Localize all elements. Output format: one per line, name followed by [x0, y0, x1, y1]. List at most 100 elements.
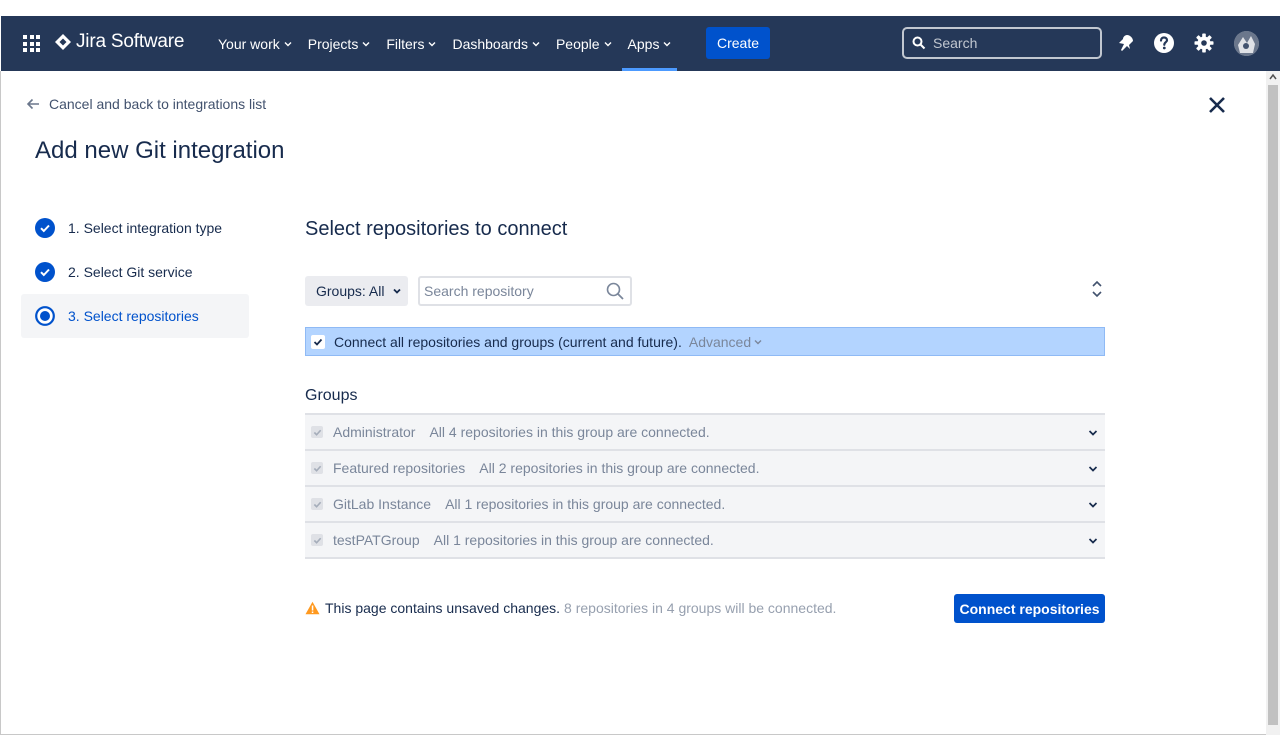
group-list: Administrator All 4 repositories in this…: [305, 413, 1105, 559]
section-title: Select repositories to connect: [305, 218, 568, 240]
nav-item-apps[interactable]: Apps: [620, 16, 680, 71]
chevron-down-icon[interactable]: [1088, 465, 1098, 473]
nav-item-people[interactable]: People: [548, 16, 620, 71]
chevron-down-icon: [428, 41, 436, 46]
global-search[interactable]: [902, 27, 1102, 59]
checkmark-icon: [313, 338, 323, 346]
nav-item-projects[interactable]: Projects: [300, 16, 379, 71]
nav-item-label: Your work: [218, 35, 280, 52]
advanced-label: Advanced: [688, 333, 752, 350]
checkmark-icon: [313, 537, 321, 544]
window-top-strip: [0, 0, 1280, 16]
expand-collapse-icon[interactable]: [1090, 280, 1104, 298]
checkmark-icon: [313, 429, 321, 436]
nav-item-label: Projects: [307, 35, 359, 52]
connect-all-row[interactable]: Connect all repositories and groups (cur…: [305, 327, 1105, 356]
integration-steps: 1. Select integration type 2. Select Git…: [21, 206, 249, 338]
group-name: Administrator: [333, 424, 416, 440]
back-to-integrations-link[interactable]: Cancel and back to integrations list: [25, 96, 266, 112]
chevron-down-icon[interactable]: [1088, 537, 1098, 545]
create-button[interactable]: Create: [706, 27, 770, 59]
nav-item-label: Dashboards: [452, 35, 528, 52]
group-row[interactable]: testPATGroup All 1 repositories in this …: [305, 523, 1105, 559]
chevron-down-icon[interactable]: [1088, 429, 1098, 437]
step-label: 3. Select repositories: [68, 308, 199, 324]
step-select-git-service[interactable]: 2. Select Git service: [21, 250, 249, 294]
group-checkbox[interactable]: [311, 534, 323, 546]
product-logo[interactable]: Jira Software: [54, 31, 184, 53]
warning-icon: [305, 601, 320, 615]
search-icon: [912, 36, 926, 50]
notifications-icon: [1119, 35, 1133, 51]
nav-item-label: People: [555, 35, 600, 52]
group-row[interactable]: GitLab Instance All 1 repositories in th…: [305, 487, 1105, 523]
scrollbar-thumb[interactable]: [1268, 85, 1278, 725]
repository-search-input[interactable]: [420, 283, 600, 299]
step-select-repositories[interactable]: 3. Select repositories: [21, 294, 249, 338]
connect-all-label: Connect all repositories and groups (cur…: [334, 333, 682, 350]
group-status: All 1 repositories in this group are con…: [433, 532, 714, 548]
connect-all-checkbox[interactable]: [311, 334, 325, 349]
connect-repositories-button[interactable]: Connect repositories: [954, 594, 1105, 623]
nav-item-label: Apps: [627, 35, 660, 52]
window-bottom-strip: [0, 735, 1280, 750]
arrow-left-icon: [26, 98, 39, 110]
radio-selected-icon: [35, 306, 55, 326]
groups-heading: Groups: [305, 387, 358, 404]
advanced-toggle[interactable]: Advanced: [689, 334, 762, 350]
search-input[interactable]: [933, 35, 1083, 51]
chevron-down-icon: [532, 41, 540, 46]
app-switcher-icon[interactable]: [23, 35, 40, 52]
nav-item-label: Filters: [386, 35, 425, 52]
unsaved-warning-text: This page contains unsaved changes.: [325, 600, 561, 616]
nav-item-your-work[interactable]: Your work: [210, 16, 300, 71]
group-name: GitLab Instance: [333, 496, 432, 512]
back-link-label: Cancel and back to integrations list: [49, 96, 267, 112]
unsaved-changes-notice: This page contains unsaved changes. 8 re…: [305, 600, 836, 616]
checkmark-icon: [313, 501, 321, 508]
close-icon[interactable]: [1207, 95, 1227, 115]
group-name: testPATGroup: [333, 532, 420, 548]
group-checkbox[interactable]: [311, 462, 323, 474]
chevron-down-icon: [284, 41, 292, 46]
search-icon: [606, 282, 624, 300]
group-checkbox[interactable]: [311, 426, 323, 438]
chevron-down-icon: [393, 288, 402, 294]
user-avatar-icon: [1234, 31, 1259, 56]
group-status: All 2 repositories in this group are con…: [479, 460, 760, 476]
chevron-down-icon: [754, 339, 762, 344]
groups-filter-dropdown[interactable]: Groups: All: [305, 276, 408, 306]
help-button[interactable]: [1153, 32, 1175, 54]
unsaved-detail-text: 8 repositories in 4 groups will be conne…: [564, 600, 837, 616]
group-status: All 1 repositories in this group are con…: [445, 496, 726, 512]
help-icon: [1154, 33, 1174, 53]
notifications-button[interactable]: [1114, 32, 1136, 54]
avatar[interactable]: [1234, 31, 1259, 56]
primary-nav: Your work Projects Filters Dashboards Pe…: [210, 16, 679, 71]
chevron-down-icon[interactable]: [1088, 501, 1098, 509]
step-select-integration-type[interactable]: 1. Select integration type: [21, 206, 249, 250]
group-name: Featured repositories: [333, 460, 466, 476]
check-circle-icon: [35, 262, 55, 282]
group-row[interactable]: Administrator All 4 repositories in this…: [305, 415, 1105, 451]
page-title: Add new Git integration: [35, 137, 285, 164]
page-scrollbar[interactable]: [1266, 71, 1280, 735]
chevron-down-icon: [362, 41, 370, 46]
step-label: 1. Select integration type: [68, 220, 223, 236]
step-label: 2. Select Git service: [68, 264, 193, 280]
product-name: Jira Software: [76, 31, 185, 52]
settings-button[interactable]: [1193, 32, 1215, 54]
group-row[interactable]: Featured repositories All 2 repositories…: [305, 451, 1105, 487]
nav-item-dashboards[interactable]: Dashboards: [444, 16, 548, 71]
window-border-left: [0, 71, 1, 735]
scroll-up-arrow-icon[interactable]: [1269, 73, 1277, 81]
groups-filter-label: Groups: All: [316, 283, 385, 299]
settings-icon: [1194, 33, 1214, 53]
group-status: All 4 repositories in this group are con…: [429, 424, 710, 440]
chevron-down-icon: [604, 41, 612, 46]
jira-logo-icon: [55, 34, 71, 50]
check-circle-icon: [35, 218, 55, 238]
repository-search[interactable]: [418, 276, 632, 306]
group-checkbox[interactable]: [311, 498, 323, 510]
nav-item-filters[interactable]: Filters: [378, 16, 444, 71]
